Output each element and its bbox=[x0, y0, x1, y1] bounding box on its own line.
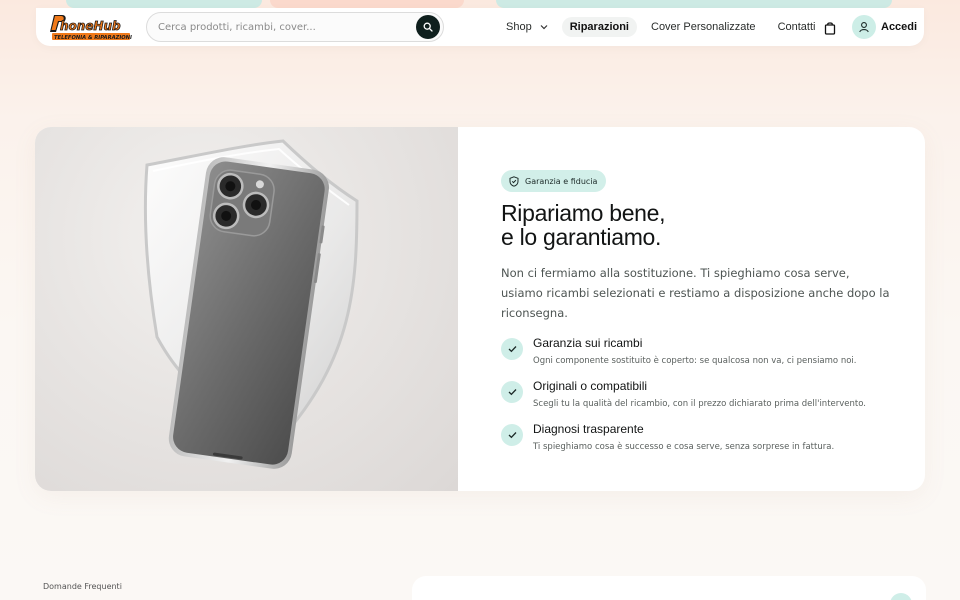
search-button[interactable] bbox=[416, 15, 440, 39]
faq-item[interactable] bbox=[412, 576, 926, 600]
phone-shield-image bbox=[35, 127, 458, 491]
search-icon bbox=[423, 22, 433, 32]
title-line-2: e lo garantiamo. bbox=[501, 224, 662, 250]
faq-section-label: Domande Frequenti bbox=[43, 582, 122, 591]
main-nav: Shop Riparazioni Cover Personalizzate Co… bbox=[498, 8, 829, 46]
avatar bbox=[852, 15, 876, 39]
feature-text: Originali o compatibili Scegli tu la qua… bbox=[533, 378, 866, 409]
feature-description: Ti spieghiamo cosa è successo e cosa ser… bbox=[533, 442, 835, 452]
nav-contatti[interactable]: Contatti bbox=[770, 17, 824, 37]
section-title: Ripariamo bene, e lo garantiamo. bbox=[501, 201, 901, 249]
hero-content: Garanzia e fiducia Ripariamo bene, e lo … bbox=[501, 170, 901, 464]
feature-text: Garanzia sui ricambi Ogni componente sos… bbox=[533, 335, 856, 366]
expand-icon[interactable] bbox=[890, 593, 912, 600]
shield-check-icon bbox=[509, 175, 519, 187]
feature-text: Diagnosi trasparente Ti spieghiamo cosa … bbox=[533, 421, 834, 452]
login-label: Accedi bbox=[881, 21, 918, 33]
feature-title: Originali o compatibili bbox=[533, 379, 648, 393]
navbar: honeHub TELEFONIA & RIPARAZIONI Shop Rip… bbox=[36, 8, 924, 46]
svg-text:honeHub: honeHub bbox=[60, 19, 121, 33]
user-icon bbox=[859, 22, 869, 33]
login-button[interactable]: Accedi bbox=[852, 15, 917, 39]
nav-shop[interactable]: Shop bbox=[498, 17, 556, 37]
top-peek-card bbox=[66, 0, 262, 8]
feature-description: Ogni componente sostituito è coperto: se… bbox=[533, 356, 857, 366]
trust-badge: Garanzia e fiducia bbox=[501, 170, 607, 192]
nav-riparazioni[interactable]: Riparazioni bbox=[561, 17, 637, 37]
nav-shop-label: Shop bbox=[506, 21, 532, 33]
svg-text:TELEFONIA & RIPARAZIONI: TELEFONIA & RIPARAZIONI bbox=[54, 35, 132, 41]
title-line-1: Ripariamo bene, bbox=[501, 200, 666, 226]
section-subtitle: Non ci fermiamo alla sostituzione. Ti sp… bbox=[501, 266, 890, 320]
feature-title: Garanzia sui ricambi bbox=[533, 336, 643, 350]
shopping-bag-icon bbox=[824, 22, 836, 35]
phonehub-logo[interactable]: honeHub TELEFONIA & RIPARAZIONI bbox=[48, 13, 132, 41]
warranty-section: Garanzia e fiducia Ripariamo bene, e lo … bbox=[35, 127, 925, 491]
search-input[interactable] bbox=[158, 21, 408, 33]
check-icon bbox=[501, 338, 523, 360]
search-bar bbox=[146, 12, 444, 42]
nav-cover-personalizzate[interactable]: Cover Personalizzate bbox=[643, 17, 764, 37]
chevron-down-icon bbox=[540, 24, 548, 30]
feature-description: Scegli tu la qualità del ricambio, con i… bbox=[533, 399, 866, 409]
feature-list: Garanzia sui ricambi Ogni componente sos… bbox=[501, 335, 901, 452]
feature-item: Garanzia sui ricambi Ogni componente sos… bbox=[501, 335, 901, 366]
check-icon bbox=[501, 424, 523, 446]
nav-riparazioni-label: Riparazioni bbox=[569, 21, 629, 33]
nav-cover-label: Cover Personalizzate bbox=[651, 21, 756, 33]
feature-item: Originali o compatibili Scegli tu la qua… bbox=[501, 378, 901, 409]
feature-title: Diagnosi trasparente bbox=[533, 422, 644, 436]
feature-item: Diagnosi trasparente Ti spieghiamo cosa … bbox=[501, 421, 901, 452]
top-peek-card bbox=[270, 0, 464, 8]
phone-illustration bbox=[143, 139, 359, 469]
top-peek-card bbox=[496, 0, 892, 8]
cart-button[interactable] bbox=[824, 20, 838, 35]
logo-image: honeHub TELEFONIA & RIPARAZIONI bbox=[50, 15, 132, 41]
badge-label: Garanzia e fiducia bbox=[525, 176, 598, 186]
nav-contatti-label: Contatti bbox=[777, 21, 816, 33]
check-icon bbox=[501, 381, 523, 403]
